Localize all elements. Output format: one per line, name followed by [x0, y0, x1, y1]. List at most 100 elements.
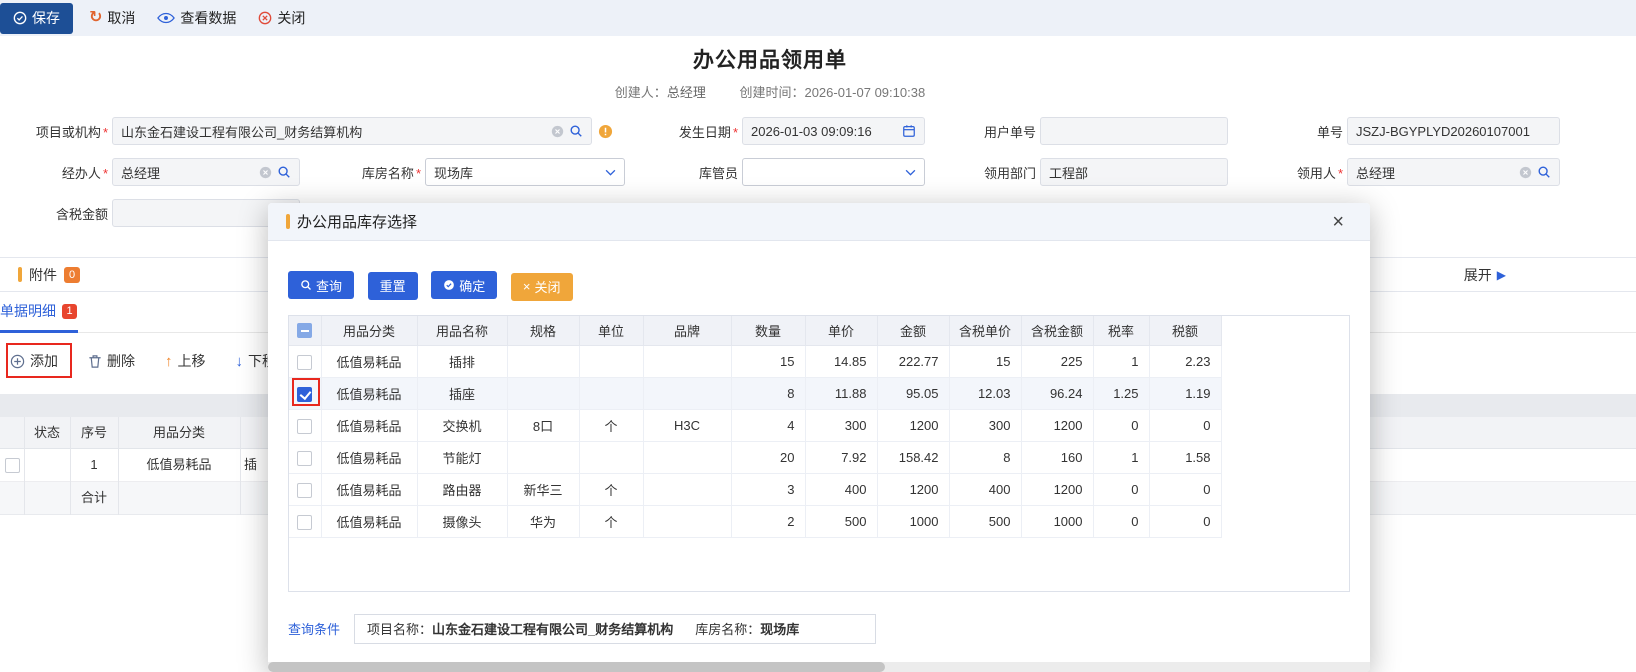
- table-row[interactable]: 低值易耗品摄像头华为个25001000500100000: [289, 506, 1221, 538]
- doc-no-value: JSZJ-BGYPLYD20260107001: [1356, 124, 1551, 139]
- clear-icon[interactable]: [1519, 166, 1532, 179]
- tab-active-underline: [0, 330, 78, 333]
- cell: 222.77: [877, 346, 949, 378]
- doc-no-field: JSZJ-BGYPLYD20260107001: [1347, 117, 1560, 145]
- warning-icon: [598, 124, 613, 139]
- inventory-table-container: 用品分类用品名称规格单位品牌数量单价金额含税单价含税金额税率税额 低值易耗品插排…: [288, 315, 1350, 592]
- expand-toggle[interactable]: 展开 ▶: [1464, 265, 1506, 285]
- dept-field[interactable]: 工程部: [1040, 158, 1228, 186]
- table-row[interactable]: 低值易耗品节能灯207.92158.42816011.58: [289, 442, 1221, 474]
- warehouse-label: 库房名称: [342, 163, 421, 182]
- detail-row-category: 低值易耗品: [118, 449, 240, 481]
- move-up-button[interactable]: ↑ 上移: [165, 351, 206, 371]
- column-header: 用品分类: [321, 316, 417, 346]
- reset-button[interactable]: 重置: [368, 272, 418, 300]
- clear-icon[interactable]: [259, 166, 272, 179]
- column-header: 含税金额: [1021, 316, 1093, 346]
- row-checkbox[interactable]: [297, 483, 312, 498]
- cell: 0: [1093, 410, 1149, 442]
- top-toolbar: 保存 ↻ 取消 查看数据 关闭: [0, 0, 1636, 36]
- cell: 8: [949, 442, 1021, 474]
- creator-value: 总经理: [667, 85, 706, 100]
- trash-icon: [88, 354, 102, 369]
- delete-row-button[interactable]: 删除: [88, 351, 135, 371]
- add-row-button[interactable]: 添加: [10, 351, 58, 371]
- column-header: 规格: [507, 316, 579, 346]
- detail-row-checkbox[interactable]: [5, 458, 20, 473]
- column-header: 数量: [731, 316, 805, 346]
- table-row[interactable]: 低值易耗品插座811.8895.0512.0396.241.251.19: [289, 378, 1221, 410]
- move-up-label: 上移: [178, 351, 206, 371]
- cell: [579, 378, 643, 410]
- occur-date-input[interactable]: 2026-01-03 09:09:16: [742, 117, 925, 145]
- detail-row-seq: 1: [70, 449, 118, 481]
- scrollbar-thumb[interactable]: [268, 662, 885, 672]
- cell: 1000: [877, 506, 949, 538]
- cell: 15: [949, 346, 1021, 378]
- cell: H3C: [643, 410, 731, 442]
- search-icon[interactable]: [1537, 165, 1551, 179]
- row-checkbox[interactable]: [297, 451, 312, 466]
- check-circle-icon: [443, 279, 455, 291]
- handler-label: 经办人: [30, 163, 108, 182]
- cell: [643, 378, 731, 410]
- table-row[interactable]: 低值易耗品插排1514.85222.771522512.23: [289, 346, 1221, 378]
- handler-input[interactable]: 总经理: [112, 158, 300, 186]
- close-circle-icon: [258, 11, 272, 25]
- cell: 8: [731, 378, 805, 410]
- cell: 插排: [417, 346, 507, 378]
- query-button[interactable]: 查询: [288, 271, 354, 299]
- cell: 8口: [507, 410, 579, 442]
- created-time-label: 创建时间：: [739, 85, 804, 100]
- search-icon[interactable]: [569, 124, 583, 138]
- row-checkbox[interactable]: [297, 515, 312, 530]
- save-button[interactable]: 保存: [0, 3, 73, 34]
- table-row[interactable]: 低值易耗品交换机8口个H3C43001200300120000: [289, 410, 1221, 442]
- reset-label: 重置: [380, 276, 406, 295]
- cell: 低值易耗品: [321, 378, 417, 410]
- table-row[interactable]: 低值易耗品路由器新华三个34001200400120000: [289, 474, 1221, 506]
- cell: 95.05: [877, 378, 949, 410]
- cell: 14.85: [805, 346, 877, 378]
- tab-detail[interactable]: 单据明细 1: [0, 301, 77, 321]
- creator-line: 创建人：总经理 创建时间：2026-01-07 09:10:38: [0, 82, 1540, 101]
- chevron-down-icon: [905, 169, 916, 176]
- view-data-button[interactable]: 查看数据: [157, 8, 236, 28]
- dept-label: 领用部门: [966, 163, 1036, 182]
- cell: 华为: [507, 506, 579, 538]
- project-input[interactable]: 山东金石建设工程有限公司_财务结算机构: [112, 117, 592, 145]
- confirm-button[interactable]: 确定: [431, 271, 497, 299]
- cell: [579, 346, 643, 378]
- cancel-button[interactable]: ↻ 取消: [89, 8, 135, 28]
- select-all-checkbox[interactable]: [297, 323, 312, 338]
- cell: 1.19: [1149, 378, 1221, 410]
- attachment-label: 附件: [29, 265, 57, 285]
- cell: 1000: [1021, 506, 1093, 538]
- cell: [507, 442, 579, 474]
- clear-icon[interactable]: [551, 125, 564, 138]
- cell: 400: [805, 474, 877, 506]
- cell: [643, 474, 731, 506]
- dialog-close-button[interactable]: × 关闭: [511, 273, 573, 301]
- horizontal-scrollbar[interactable]: [268, 662, 1370, 672]
- row-checkbox[interactable]: [297, 387, 312, 402]
- close-x-icon: ×: [523, 279, 531, 294]
- grid-line: [240, 417, 241, 515]
- column-header-seq: 序号: [70, 417, 118, 449]
- dialog-close-icon[interactable]: ×: [1332, 212, 1344, 232]
- recipient-input[interactable]: 总经理: [1347, 158, 1560, 186]
- keeper-select[interactable]: [742, 158, 925, 186]
- recipient-label: 领用人: [1288, 163, 1343, 182]
- dialog-close-label: 关闭: [535, 277, 561, 296]
- warehouse-select[interactable]: 现场库: [425, 158, 625, 186]
- cell: 1200: [1021, 474, 1093, 506]
- search-icon[interactable]: [277, 165, 291, 179]
- row-checkbox[interactable]: [297, 419, 312, 434]
- close-page-button[interactable]: 关闭: [258, 8, 305, 28]
- column-header: 品牌: [643, 316, 731, 346]
- row-checkbox[interactable]: [297, 355, 312, 370]
- query-condition-label[interactable]: 查询条件: [288, 619, 340, 638]
- user-no-input[interactable]: [1040, 117, 1228, 145]
- cell: 500: [949, 506, 1021, 538]
- calendar-icon[interactable]: [902, 124, 916, 138]
